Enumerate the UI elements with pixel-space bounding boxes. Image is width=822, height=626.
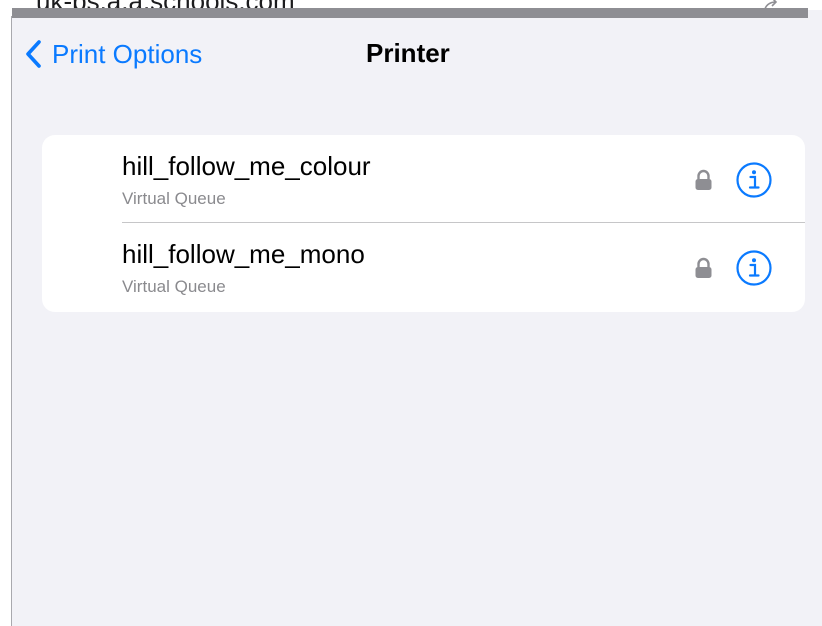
back-button[interactable]: Print Options	[24, 36, 202, 72]
background-page-edge	[0, 16, 12, 626]
info-icon[interactable]	[735, 161, 773, 199]
printer-row-colour[interactable]: hill_follow_me_colour Virtual Queue	[42, 135, 805, 223]
chevron-left-icon	[26, 40, 41, 68]
printer-list: hill_follow_me_colour Virtual Queue hill…	[42, 135, 805, 312]
info-icon[interactable]	[735, 249, 773, 287]
printer-popover	[12, 10, 822, 626]
lock-icon	[695, 257, 712, 278]
page-title: Printer	[366, 38, 450, 68]
back-button-label: Print Options	[52, 38, 203, 69]
printer-row-mono[interactable]: hill_follow_me_mono Virtual Queue	[42, 223, 805, 311]
lock-icon	[695, 169, 712, 190]
printer-name: hill_follow_me_mono	[122, 239, 365, 269]
printer-name: hill_follow_me_colour	[122, 151, 371, 181]
printer-subtitle: Virtual Queue	[122, 189, 226, 208]
popover-top-border	[12, 8, 808, 18]
printer-subtitle: Virtual Queue	[122, 277, 226, 296]
